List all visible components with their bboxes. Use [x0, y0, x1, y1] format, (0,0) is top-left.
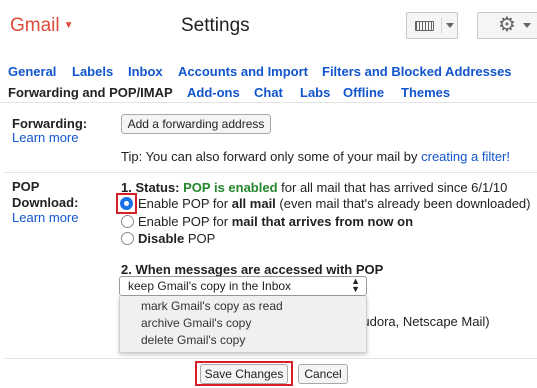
- pop-all-mail-option[interactable]: Enable POP for all mail (even mail that'…: [138, 195, 531, 212]
- tabs-divider: [0, 102, 537, 103]
- tab-filters-and-blocked-addresses[interactable]: Filters and Blocked Addresses: [322, 64, 512, 80]
- pop-status: 1. Status: POP is enabled for all mail t…: [121, 179, 507, 196]
- option-text: (even mail that's already been downloade…: [275, 196, 531, 211]
- tab-offline[interactable]: Offline: [343, 85, 384, 101]
- option-bold-text: all mail: [231, 196, 276, 211]
- pop-label-line1: POP: [12, 179, 40, 194]
- forwarding-learn-more-link[interactable]: Learn more: [12, 129, 78, 146]
- dropdown-option-mark-read[interactable]: mark Gmail's copy as read: [141, 299, 283, 314]
- pop-status-value: POP is enabled: [183, 180, 278, 195]
- tab-labels[interactable]: Labels: [72, 64, 113, 80]
- option-text: Enable POP for: [138, 196, 232, 211]
- tab-chat[interactable]: Chat: [254, 85, 283, 101]
- input-tools-button[interactable]: [406, 12, 458, 39]
- button-divider: [441, 18, 442, 34]
- dropdown-option-delete[interactable]: delete Gmail's copy: [141, 333, 245, 348]
- dropdown-option-archive[interactable]: archive Gmail's copy: [141, 316, 251, 331]
- gear-icon: ⚙: [498, 14, 516, 36]
- forwarding-tip-text: Tip: You can also forward only some of y…: [121, 149, 422, 164]
- keyboard-icon: [415, 21, 434, 31]
- save-changes-button[interactable]: Save Changes: [200, 364, 288, 384]
- select-arrows-icon: ▲ ▼: [351, 276, 360, 294]
- tab-general[interactable]: General: [8, 64, 56, 80]
- tab-accounts-and-import[interactable]: Accounts and Import: [178, 64, 308, 80]
- pop-learn-more-link[interactable]: Learn more: [12, 209, 78, 226]
- footer-divider: [4, 358, 537, 359]
- pop-disable-radio[interactable]: [121, 232, 134, 245]
- chevron-down-icon: [523, 23, 531, 28]
- option-text: Enable POP for: [138, 214, 232, 229]
- pop-disable-option[interactable]: Disable POP: [138, 230, 215, 247]
- settings-button[interactable]: ⚙: [477, 12, 537, 39]
- header-bar: Gmail ▼ Settings ⚙: [0, 0, 537, 52]
- tab-forwarding-and-pop-imap[interactable]: Forwarding and POP/IMAP: [8, 85, 173, 101]
- caret-down-icon: ▼: [63, 20, 74, 32]
- pop-all-mail-radio[interactable]: [120, 197, 133, 210]
- pop-from-now-on-radio[interactable]: [121, 215, 134, 228]
- tab-inbox[interactable]: Inbox: [128, 64, 163, 80]
- option-bold-text: mail that arrives from now on: [231, 214, 414, 229]
- tab-labs[interactable]: Labs: [300, 85, 330, 101]
- option-text: POP: [184, 231, 216, 246]
- pop-action-select[interactable]: keep Gmail's copy in the Inbox ▲ ▼: [119, 276, 367, 296]
- page-title: Settings: [181, 15, 250, 36]
- section-divider: [4, 172, 537, 173]
- option-bold-text: Disable: [138, 231, 185, 246]
- tab-add-ons[interactable]: Add-ons: [187, 85, 240, 101]
- gmail-menu[interactable]: Gmail ▼: [10, 15, 74, 37]
- gmail-logo: Gmail: [10, 15, 60, 36]
- pop-status-suffix: for all mail that has arrived since 6/1/…: [277, 180, 508, 195]
- pop-action-selected-value: keep Gmail's copy in the Inbox: [128, 279, 292, 293]
- tab-themes[interactable]: Themes: [401, 85, 450, 101]
- pop-action-dropdown: mark Gmail's copy as read archive Gmail'…: [119, 296, 367, 353]
- cancel-button[interactable]: Cancel: [298, 364, 348, 384]
- add-forwarding-address-button[interactable]: Add a forwarding address: [121, 114, 271, 134]
- pop-from-now-on-option[interactable]: Enable POP for mail that arrives from no…: [138, 213, 413, 230]
- create-filter-link[interactable]: creating a filter!: [421, 149, 510, 164]
- forwarding-tip: Tip: You can also forward only some of y…: [121, 148, 510, 165]
- chevron-down-icon: [446, 23, 454, 28]
